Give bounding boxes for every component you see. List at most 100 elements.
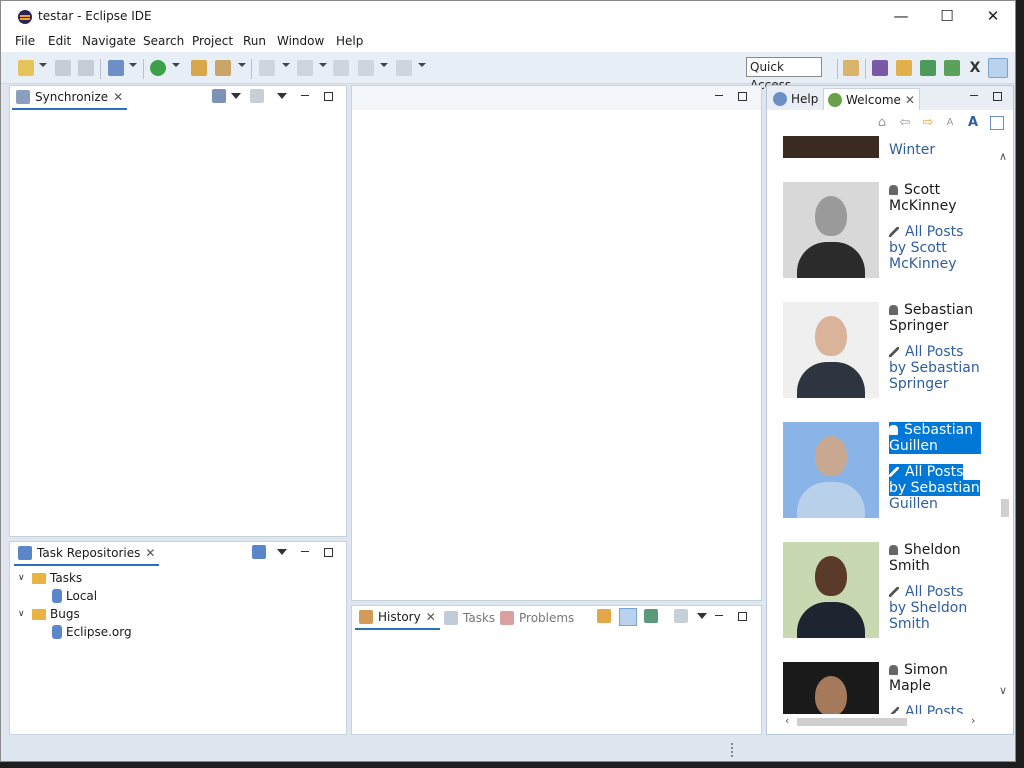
all-posts-link[interactable]: All Posts by Sheldon Smith <box>889 584 981 632</box>
open-task-icon[interactable] <box>215 60 231 76</box>
close-tab-icon[interactable]: ✕ <box>426 610 436 624</box>
person-partial-name[interactable]: Winter <box>889 142 981 158</box>
close-tab-icon[interactable]: ✕ <box>113 90 123 104</box>
synchronize-icon <box>16 90 30 104</box>
view-menu-icon[interactable] <box>275 545 289 559</box>
maximize-window-button[interactable]: ☐ <box>924 1 970 31</box>
menu-search[interactable]: Search <box>143 34 184 48</box>
open-type-icon[interactable] <box>191 60 207 76</box>
scroll-up-icon[interactable]: ∧ <box>999 150 1007 163</box>
previous-annotation-dropdown-icon[interactable] <box>319 63 327 67</box>
git-perspective-icon[interactable] <box>920 60 936 76</box>
vertical-scrollbar[interactable] <box>997 148 1013 696</box>
tab-welcome[interactable]: Welcome ✕ <box>823 88 920 110</box>
next-annotation-dropdown-icon[interactable] <box>282 63 290 67</box>
decrease-font-icon[interactable]: A <box>943 116 957 130</box>
xml-perspective-icon[interactable]: X <box>967 60 983 76</box>
run-dropdown-icon[interactable] <box>172 63 180 67</box>
tree-node-eclipse-org[interactable]: Eclipse.org <box>52 625 132 639</box>
last-edit-location-icon[interactable] <box>333 60 349 76</box>
open-task-dropdown-icon[interactable] <box>238 63 246 67</box>
menu-run[interactable]: Run <box>243 34 266 48</box>
back-dropdown-icon[interactable] <box>380 63 388 67</box>
back-icon[interactable]: ⇦ <box>898 116 912 130</box>
task-repository-icon[interactable] <box>108 60 124 76</box>
menu-window[interactable]: Window <box>277 34 324 48</box>
next-annotation-icon[interactable] <box>259 60 275 76</box>
synchronize-actions-icon[interactable] <box>212 89 226 103</box>
minimize-view-icon[interactable] <box>298 545 312 559</box>
person-name: Simon Maple <box>889 662 948 694</box>
minimize-window-button[interactable]: — <box>878 1 924 31</box>
maximize-view-icon[interactable] <box>321 89 335 103</box>
close-tab-icon[interactable]: ✕ <box>145 546 155 560</box>
scroll-down-icon[interactable]: ∨ <box>999 684 1007 697</box>
all-posts-link[interactable]: All Posts by Sebastian Springer <box>889 344 981 392</box>
compare-dropdown-icon[interactable] <box>695 609 707 623</box>
debug-perspective-icon[interactable] <box>944 60 960 76</box>
show-in-toc-icon[interactable] <box>990 116 1004 130</box>
pin-view-icon[interactable] <box>250 89 264 103</box>
close-window-button[interactable]: ✕ <box>970 1 1015 31</box>
view-menu-icon[interactable] <box>275 89 289 103</box>
maximize-view-icon[interactable] <box>990 89 1004 103</box>
new-icon[interactable] <box>18 60 34 76</box>
previous-annotation-icon[interactable] <box>297 60 313 76</box>
task-repository-dropdown-icon[interactable] <box>129 63 137 67</box>
tab-tasks[interactable]: Tasks <box>440 606 499 630</box>
increase-font-icon[interactable]: A <box>966 116 980 130</box>
back-icon[interactable] <box>358 60 374 76</box>
minimize-editor-icon[interactable] <box>712 89 726 103</box>
scroll-right-icon[interactable]: › <box>971 714 975 727</box>
close-tab-icon[interactable]: ✕ <box>905 93 915 107</box>
tree-node-bugs[interactable]: ∨ Bugs <box>18 607 80 621</box>
open-perspective-icon[interactable] <box>843 60 859 76</box>
run-icon[interactable] <box>150 60 166 76</box>
menu-file[interactable]: File <box>15 34 35 48</box>
tab-synchronize[interactable]: Synchronize ✕ <box>12 86 128 110</box>
link-with-editor-icon[interactable] <box>619 608 637 626</box>
all-posts-link[interactable]: All Posts by Sebastian Guillen <box>889 464 981 512</box>
minimize-view-icon[interactable] <box>712 609 726 623</box>
tab-task-repositories[interactable]: Task Repositories ✕ <box>14 542 160 566</box>
menu-project[interactable]: Project <box>192 34 233 48</box>
synchronize-dropdown-icon[interactable] <box>229 89 241 103</box>
new-dropdown-icon[interactable] <box>39 63 47 67</box>
refresh-history-icon[interactable] <box>597 609 611 623</box>
tab-history[interactable]: History ✕ <box>355 606 440 630</box>
menu-help[interactable]: Help <box>336 34 363 48</box>
maximize-view-icon[interactable] <box>321 545 335 559</box>
tab-help[interactable]: Help <box>769 88 822 110</box>
tree-node-tasks[interactable]: ∨ Tasks <box>18 571 82 585</box>
pencil-icon <box>889 227 899 237</box>
vertical-scroll-thumb[interactable] <box>1001 499 1009 517</box>
tree-node-local[interactable]: Local <box>52 589 97 603</box>
toolbar-separator <box>251 59 252 79</box>
maximize-view-icon[interactable] <box>735 609 749 623</box>
resource-perspective-icon[interactable] <box>896 60 912 76</box>
save-all-icon[interactable] <box>78 60 94 76</box>
add-task-repository-icon[interactable] <box>252 545 266 559</box>
home-icon[interactable]: ⌂ <box>875 116 889 130</box>
java-ee-perspective-icon[interactable] <box>872 60 888 76</box>
pin-history-icon[interactable] <box>644 609 658 623</box>
expand-chevron-icon[interactable]: ∨ <box>18 609 28 619</box>
minimize-view-icon[interactable] <box>298 89 312 103</box>
scroll-left-icon[interactable]: ‹ <box>785 714 789 727</box>
team-synchronizing-perspective-icon[interactable] <box>988 58 1008 78</box>
quick-access-field[interactable]: Quick Access <box>746 57 822 92</box>
menu-navigate[interactable]: Navigate <box>82 34 136 48</box>
tab-problems[interactable]: Problems <box>496 606 578 630</box>
compare-mode-icon[interactable] <box>674 609 688 623</box>
horizontal-scroll-thumb[interactable] <box>797 718 907 726</box>
expand-chevron-icon[interactable]: ∨ <box>18 573 28 583</box>
welcome-view: Help Welcome ✕ ⌂ ⇦ ⇨ A A Winter Scott Mc… <box>766 85 1014 735</box>
forward-icon[interactable] <box>396 60 412 76</box>
save-icon[interactable] <box>55 60 71 76</box>
forward-icon[interactable]: ⇨ <box>921 116 935 130</box>
forward-dropdown-icon[interactable] <box>418 63 426 67</box>
menu-edit[interactable]: Edit <box>48 34 71 48</box>
minimize-view-icon[interactable] <box>967 89 981 103</box>
maximize-editor-icon[interactable] <box>735 89 749 103</box>
all-posts-link[interactable]: All Posts by Scott McKinney <box>889 224 981 272</box>
